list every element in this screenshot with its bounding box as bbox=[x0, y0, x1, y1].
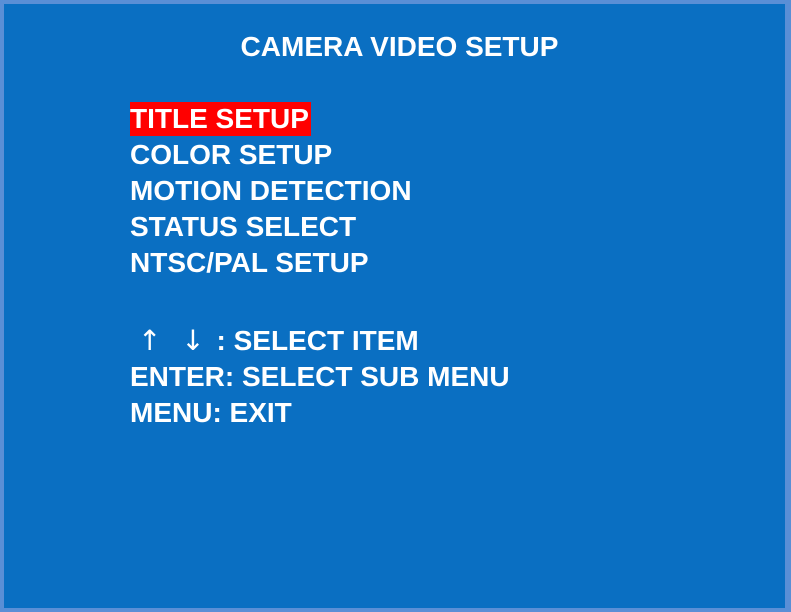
down-arrow-icon: ↓ bbox=[181, 324, 205, 357]
menu-item-color-setup[interactable]: COLOR SETUP bbox=[130, 138, 414, 174]
setup-menu: TITLE SETUP COLOR SETUP MOTION DETECTION… bbox=[130, 102, 414, 282]
osd-screen: CAMERA VIDEO SETUP TITLE SETUP COLOR SET… bbox=[0, 0, 791, 612]
menu-item-label[interactable]: COLOR SETUP bbox=[130, 138, 334, 172]
menu-item-motion-detection[interactable]: MOTION DETECTION bbox=[130, 174, 414, 210]
menu-item-label[interactable]: STATUS SELECT bbox=[130, 210, 358, 244]
help-panel: ↑ ↓ : SELECT ITEM ENTER: SELECT SUB MENU… bbox=[130, 324, 510, 432]
help-exit: MENU: EXIT bbox=[130, 397, 292, 428]
menu-item-ntsc-pal-setup[interactable]: NTSC/PAL SETUP bbox=[130, 246, 414, 282]
help-enter: ENTER: SELECT SUB MENU bbox=[130, 361, 510, 392]
screen-title: CAMERA VIDEO SETUP bbox=[240, 31, 559, 62]
menu-item-label[interactable]: TITLE SETUP bbox=[130, 102, 311, 136]
menu-item-status-select[interactable]: STATUS SELECT bbox=[130, 210, 414, 246]
menu-item-title-setup[interactable]: TITLE SETUP bbox=[130, 102, 414, 138]
help-select-item: ↑ ↓ : SELECT ITEM bbox=[130, 324, 510, 360]
menu-item-label[interactable]: MOTION DETECTION bbox=[130, 174, 414, 208]
up-arrow-icon: ↑ bbox=[138, 324, 162, 357]
help-select-item-label: : SELECT ITEM bbox=[216, 325, 419, 356]
menu-item-label[interactable]: NTSC/PAL SETUP bbox=[130, 246, 371, 280]
